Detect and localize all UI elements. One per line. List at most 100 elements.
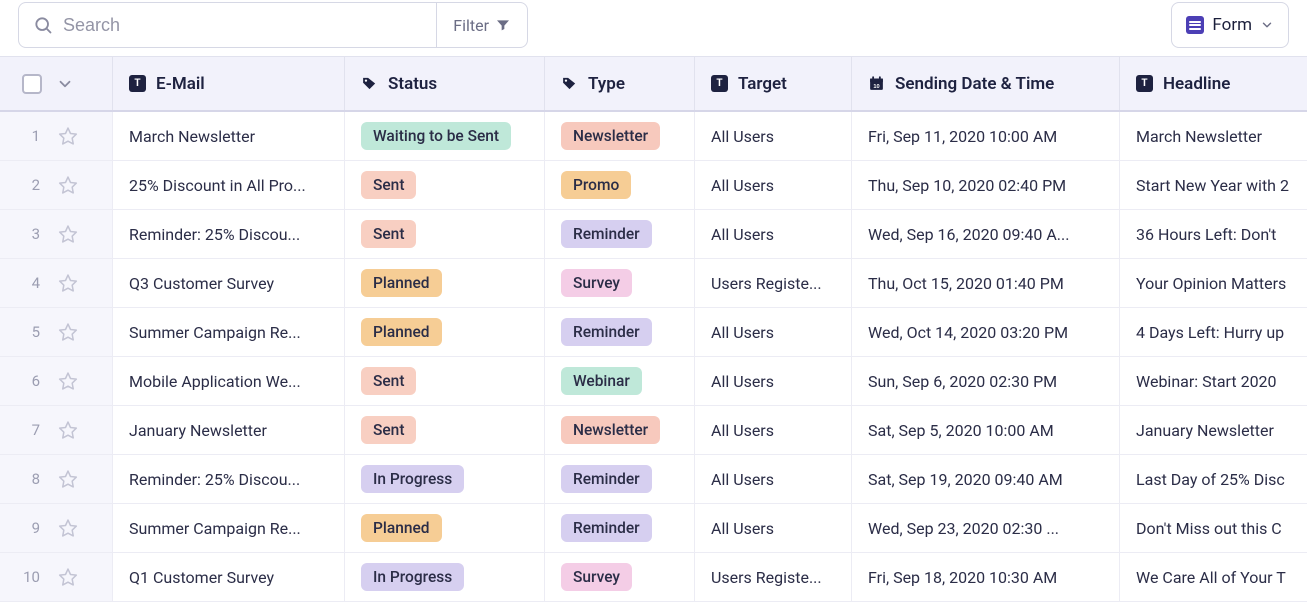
cell-headline[interactable]: Webinar: Start 2020 <box>1120 357 1307 405</box>
star-icon[interactable] <box>58 371 78 391</box>
cell-datetime[interactable]: Wed, Sep 16, 2020 09:40 A... <box>852 210 1120 258</box>
header-datetime-label: Sending Date & Time <box>895 74 1054 94</box>
star-icon[interactable] <box>58 469 78 489</box>
cell-status[interactable]: Sent <box>345 161 545 209</box>
star-icon[interactable] <box>58 224 78 244</box>
table-row[interactable]: 9 Summer Campaign Re...PlannedReminderAll… <box>0 504 1307 553</box>
cell-email[interactable]: Q1 Customer Survey <box>113 553 345 601</box>
star-icon[interactable] <box>58 322 78 342</box>
header-headline[interactable]: T Headline <box>1120 57 1307 110</box>
cell-type[interactable]: Reminder <box>545 210 695 258</box>
cell-email[interactable]: January Newsletter <box>113 406 345 454</box>
header-type[interactable]: Type <box>545 57 695 110</box>
cell-status[interactable]: Planned <box>345 308 545 356</box>
cell-datetime[interactable]: Fri, Sep 11, 2020 10:00 AM <box>852 112 1120 160</box>
cell-email[interactable]: Reminder: 25% Discou... <box>113 455 345 503</box>
cell-target[interactable]: All Users <box>695 210 852 258</box>
cell-type[interactable]: Promo <box>545 161 695 209</box>
row-number: 2 <box>22 176 40 194</box>
cell-status[interactable]: Sent <box>345 210 545 258</box>
star-icon[interactable] <box>58 175 78 195</box>
cell-target[interactable]: All Users <box>695 308 852 356</box>
cell-type[interactable]: Newsletter <box>545 112 695 160</box>
cell-headline[interactable]: 4 Days Left: Hurry up <box>1120 308 1307 356</box>
filter-button[interactable]: Filter <box>436 3 527 47</box>
cell-target[interactable]: All Users <box>695 455 852 503</box>
cell-status[interactable]: Sent <box>345 406 545 454</box>
cell-target[interactable]: Users Registe... <box>695 259 852 307</box>
cell-target[interactable]: All Users <box>695 406 852 454</box>
cell-target[interactable]: All Users <box>695 504 852 552</box>
header-datetime[interactable]: 10 Sending Date & Time <box>852 57 1120 110</box>
table-row[interactable]: 10Q1 Customer SurveyIn ProgressSurveyUse… <box>0 553 1307 602</box>
cell-status[interactable]: In Progress <box>345 553 545 601</box>
cell-status[interactable]: Sent <box>345 357 545 405</box>
table-row[interactable]: 3Reminder: 25% Discou...SentReminderAll … <box>0 210 1307 259</box>
cell-email[interactable]: Q3 Customer Survey <box>113 259 345 307</box>
star-icon[interactable] <box>58 420 78 440</box>
table-row[interactable]: 5Summer Campaign Re...PlannedReminderAll… <box>0 308 1307 357</box>
target-text: All Users <box>711 372 774 391</box>
star-icon[interactable] <box>58 518 78 538</box>
cell-email[interactable]: Reminder: 25% Discou... <box>113 210 345 258</box>
header-status[interactable]: Status <box>345 57 545 110</box>
cell-type[interactable]: Webinar <box>545 357 695 405</box>
cell-type[interactable]: Reminder <box>545 455 695 503</box>
table-row[interactable]: 8Reminder: 25% Discou...In ProgressRemin… <box>0 455 1307 504</box>
header-target[interactable]: T Target <box>695 57 852 110</box>
cell-datetime[interactable]: Wed, Oct 14, 2020 03:20 PM <box>852 308 1120 356</box>
search-input[interactable] <box>63 15 422 36</box>
cell-headline[interactable]: January Newsletter <box>1120 406 1307 454</box>
cell-email[interactable]: March Newsletter <box>113 112 345 160</box>
cell-email[interactable]: Mobile Application We... <box>113 357 345 405</box>
star-icon[interactable] <box>58 273 78 293</box>
cell-type[interactable]: Reminder <box>545 308 695 356</box>
datetime-text: Sat, Sep 19, 2020 09:40 AM <box>868 470 1063 489</box>
header-email[interactable]: T E-Mail <box>113 57 345 110</box>
cell-email[interactable]: Summer Campaign Re... <box>113 504 345 552</box>
cell-datetime[interactable]: Sun, Sep 6, 2020 02:30 PM <box>852 357 1120 405</box>
cell-headline[interactable]: We Care All of Your T <box>1120 553 1307 601</box>
cell-target[interactable]: All Users <box>695 357 852 405</box>
table-row[interactable]: 4Q3 Customer SurveyPlannedSurveyUsers Re… <box>0 259 1307 308</box>
table-row[interactable]: 7January NewsletterSentNewsletterAll Use… <box>0 406 1307 455</box>
table-row[interactable]: 6Mobile Application We...SentWebinarAll … <box>0 357 1307 406</box>
table-row[interactable]: 1March NewsletterWaiting to be SentNewsl… <box>0 112 1307 161</box>
cell-headline[interactable]: March Newsletter <box>1120 112 1307 160</box>
cell-type[interactable]: Survey <box>545 259 695 307</box>
search-box[interactable] <box>19 3 436 47</box>
cell-email[interactable]: 25% Discount in All Pro... <box>113 161 345 209</box>
cell-status[interactable]: Planned <box>345 259 545 307</box>
cell-type[interactable]: Newsletter <box>545 406 695 454</box>
cell-headline[interactable]: Last Day of 25% Disc <box>1120 455 1307 503</box>
cell-type[interactable]: Survey <box>545 553 695 601</box>
star-icon[interactable] <box>58 567 78 587</box>
cell-datetime[interactable]: Thu, Oct 15, 2020 01:40 PM <box>852 259 1120 307</box>
cell-headline[interactable]: Start New Year with 2 <box>1120 161 1307 209</box>
cell-target[interactable]: All Users <box>695 112 852 160</box>
view-switcher-button[interactable]: Form <box>1171 2 1289 48</box>
cell-headline[interactable]: Your Opinion Matters <box>1120 259 1307 307</box>
cell-datetime[interactable]: Sat, Sep 19, 2020 09:40 AM <box>852 455 1120 503</box>
cell-status[interactable]: Waiting to be Sent <box>345 112 545 160</box>
cell-headline[interactable]: 36 Hours Left: Don't <box>1120 210 1307 258</box>
cell-status[interactable]: In Progress <box>345 455 545 503</box>
cell-type[interactable]: Reminder <box>545 504 695 552</box>
cell-status[interactable]: Planned <box>345 504 545 552</box>
cell-target[interactable]: All Users <box>695 161 852 209</box>
select-all-checkbox[interactable] <box>22 74 42 94</box>
cell-datetime[interactable]: Sat, Sep 5, 2020 10:00 AM <box>852 406 1120 454</box>
cell-target[interactable]: Users Registe... <box>695 553 852 601</box>
cell-datetime[interactable]: Fri, Sep 18, 2020 10:30 AM <box>852 553 1120 601</box>
table-row[interactable]: 2 25% Discount in All Pro...SentPromoAll … <box>0 161 1307 210</box>
type-badge: Reminder <box>561 318 652 346</box>
cell-email[interactable]: Summer Campaign Re... <box>113 308 345 356</box>
data-table: T E-Mail Status Type T Target 10 Sending… <box>0 56 1307 602</box>
cell-datetime[interactable]: Thu, Sep 10, 2020 02:40 PM <box>852 161 1120 209</box>
row-number: 9 <box>22 519 40 537</box>
cell-headline[interactable]: Don't Miss out this C <box>1120 504 1307 552</box>
cell-datetime[interactable]: Wed, Sep 23, 2020 02:30 ... <box>852 504 1120 552</box>
expand-all-chevron-icon[interactable] <box>56 75 74 93</box>
row-index-cell: 3 <box>0 210 113 258</box>
star-icon[interactable] <box>58 126 78 146</box>
